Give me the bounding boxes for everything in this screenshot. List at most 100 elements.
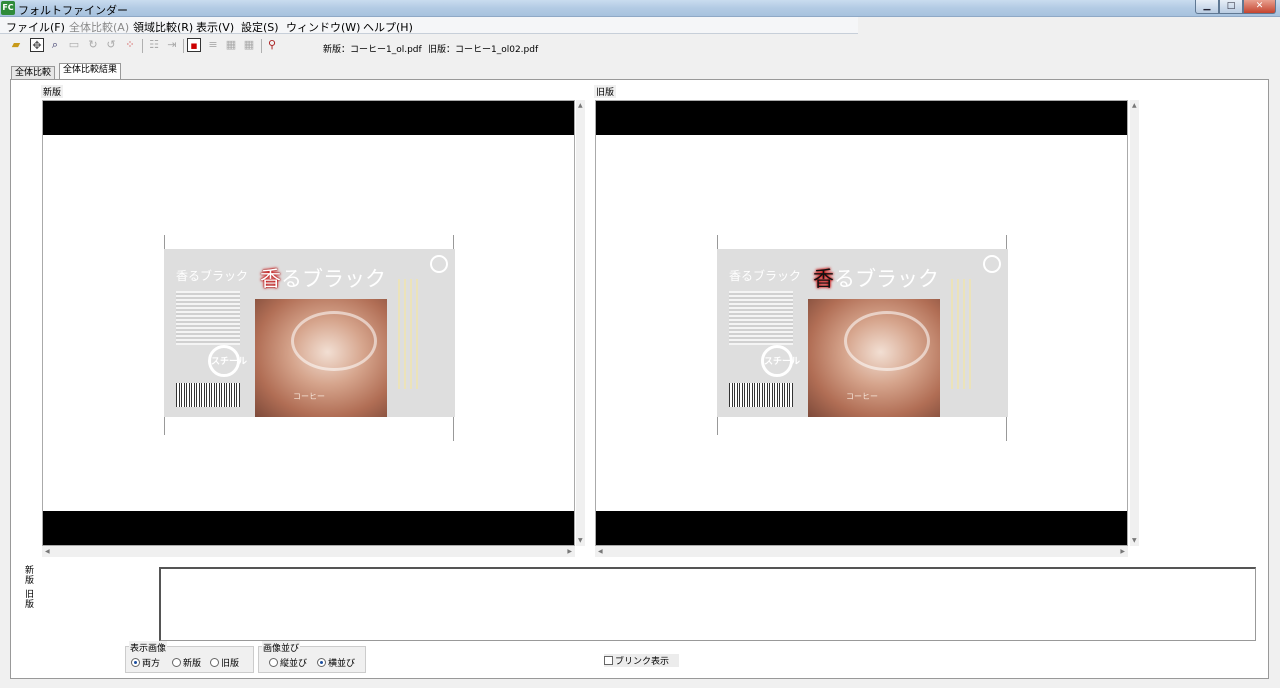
new-file-info: 新版：コーヒー1_ol.pdf	[323, 45, 422, 55]
menu-settings[interactable]: 設定(S)	[241, 19, 279, 35]
new-pane-label: 新版	[41, 85, 64, 98]
title-bar: FC フォルトファインダー ▁ □ ✕	[0, 0, 1280, 17]
radio-new-label: 新版	[183, 659, 202, 669]
toolbar: ▰ ✥ ⌕ ▭ ↻ ↺ ⁘ ☷ ⇥ ▪ ≡ ▦ ▦ ⚲ 新版：コーヒー1_ol.…	[0, 34, 1280, 58]
app-logo-icon: FC	[1, 1, 15, 15]
menu-view[interactable]: 表示(V)	[196, 19, 234, 35]
package-artwork: 香るブラック 香るブラック スチール コーヒー	[717, 249, 1008, 417]
ingredients-text	[176, 291, 240, 345]
menu-file[interactable]: ファイル(F)	[6, 19, 65, 35]
cup-label: コーヒー	[846, 392, 878, 401]
old-side-label: 旧版	[25, 590, 35, 610]
side-title: 香るブラック	[729, 269, 802, 283]
radio-horizontal-label: 横並び	[328, 659, 356, 669]
cup-rim	[291, 311, 377, 371]
ingredients-text	[729, 291, 793, 345]
menu-region-compare[interactable]: 領域比較(R)	[133, 19, 193, 35]
radio-both[interactable]: 両方	[131, 656, 160, 669]
window-title: フォルトファインダー	[18, 4, 128, 17]
old-file-info: 旧版：コーヒー1_ol02.pdf	[428, 45, 539, 55]
ocr-icon[interactable]: ▦	[224, 38, 238, 52]
vertical-copy	[951, 279, 975, 389]
open-folder-icon[interactable]: ▰	[9, 38, 23, 52]
radio-dot	[317, 658, 326, 667]
select-rect-icon[interactable]: ▭	[67, 38, 81, 52]
diff-highlight: 香	[813, 267, 834, 291]
display-image-title: 表示画像	[129, 641, 168, 654]
old-image-viewer[interactable]: 香るブラック 香るブラック スチール コーヒー	[595, 100, 1128, 546]
rotate-ccw-icon[interactable]: ↺	[104, 38, 118, 52]
compare-icon[interactable]: ▪	[187, 38, 201, 52]
cup-label: コーヒー	[293, 392, 325, 401]
radio-new[interactable]: 新版	[172, 656, 201, 669]
barcode-icon	[729, 383, 793, 407]
package-artwork: 香るブラック 香るブラック スチール コーヒー	[164, 249, 455, 417]
close-button[interactable]: ✕	[1243, 0, 1276, 14]
toolbar-separator	[142, 39, 143, 53]
toolbar-separator	[261, 39, 262, 53]
blink-checkbox[interactable]: ブリンク表示	[604, 654, 680, 667]
zoom-icon[interactable]: ⌕	[48, 38, 62, 52]
radio-old-label: 旧版	[221, 659, 240, 669]
vertical-copy	[398, 279, 422, 389]
diff-points-icon[interactable]: ⁘	[123, 38, 137, 52]
radio-dot	[269, 658, 278, 667]
barcode-icon	[176, 383, 240, 407]
product-title: 香るブラック	[813, 263, 939, 293]
checkbox-box	[604, 656, 613, 665]
diff-text-area[interactable]	[159, 567, 1256, 641]
steel-logo-text: スチール	[211, 357, 248, 367]
product-title: 香るブラック	[260, 263, 386, 293]
pin-icon[interactable]: ⚲	[265, 38, 279, 52]
minimize-button[interactable]: ▁	[1195, 0, 1219, 14]
coffee-cup-image: コーヒー	[808, 299, 940, 417]
letterbox-top	[596, 101, 1127, 135]
blink-label: ブリンク表示	[615, 657, 670, 667]
ocr-alt-icon[interactable]: ▦	[242, 38, 256, 52]
title-rest: るブラック	[281, 267, 386, 291]
toolbar-separator	[183, 39, 184, 53]
letterbox-bottom	[596, 511, 1127, 545]
menu-help[interactable]: ヘルプ(H)	[363, 19, 413, 35]
move-icon[interactable]: ✥	[30, 38, 44, 52]
radio-dot	[172, 658, 181, 667]
old-pane-label: 旧版	[594, 85, 617, 98]
recycle-icon	[430, 255, 448, 273]
radio-dot	[210, 658, 219, 667]
radio-dot	[131, 658, 140, 667]
text-compare-icon[interactable]: ≡	[206, 38, 220, 52]
display-image-group: 表示画像 両方 新版 旧版	[125, 641, 254, 673]
radio-old[interactable]: 旧版	[210, 656, 239, 669]
menu-full-compare[interactable]: 全体比較(A)	[69, 19, 129, 35]
tab-full-compare[interactable]: 全体比較	[11, 66, 56, 80]
steel-logo-text: スチール	[764, 357, 801, 367]
arrange-group: 画像並び 縦並び 横並び	[258, 641, 366, 673]
letterbox-top	[43, 101, 574, 135]
coffee-cup-image: コーヒー	[255, 299, 387, 417]
title-rest: るブラック	[834, 267, 939, 291]
letterbox-bottom	[43, 511, 574, 545]
tab-strip: 全体比較 全体比較結果	[0, 62, 1280, 80]
old-horizontal-scrollbar[interactable]: ◀ ▶	[595, 546, 1128, 557]
rotate-cw-icon[interactable]: ↻	[86, 38, 100, 52]
tab-full-compare-result[interactable]: 全体比較結果	[59, 63, 122, 80]
new-horizontal-scrollbar[interactable]: ◀ ▶	[42, 546, 575, 557]
arrange-title: 画像並び	[262, 641, 301, 654]
cup-rim	[844, 311, 930, 371]
diff-highlight: 香	[260, 267, 281, 291]
menu-window[interactable]: ウィンドウ(W)	[286, 19, 360, 35]
export-icon[interactable]: ⇥	[165, 38, 179, 52]
radio-vertical[interactable]: 縦並び	[269, 656, 307, 669]
new-image-viewer[interactable]: 香るブラック 香るブラック スチール コーヒー	[42, 100, 575, 546]
menu-bar: ファイル(F) 全体比較(A) 領域比較(R) 表示(V) 設定(S) ウィンド…	[0, 17, 858, 34]
new-side-label: 新版	[25, 566, 35, 586]
radio-vertical-label: 縦並び	[280, 659, 308, 669]
list-icon[interactable]: ☷	[147, 38, 161, 52]
side-title: 香るブラック	[176, 269, 249, 283]
maximize-button[interactable]: □	[1219, 0, 1243, 14]
radio-both-label: 両方	[142, 659, 161, 669]
recycle-icon	[983, 255, 1001, 273]
old-vertical-scrollbar[interactable]: ▲ ▼	[1130, 100, 1139, 546]
radio-horizontal[interactable]: 横並び	[317, 656, 355, 669]
new-vertical-scrollbar[interactable]: ▲ ▼	[576, 100, 585, 546]
